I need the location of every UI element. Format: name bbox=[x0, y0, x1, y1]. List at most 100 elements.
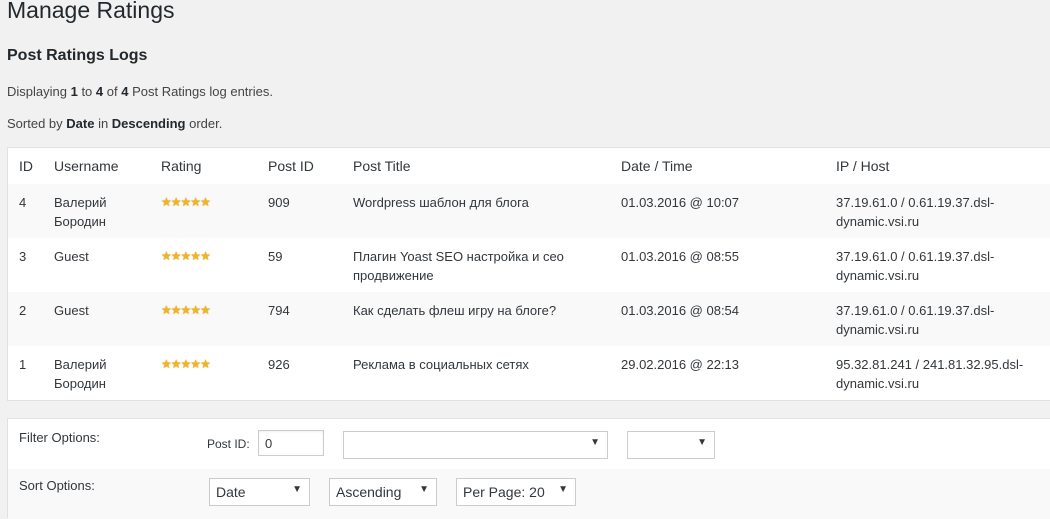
sort-options-row: Sort Options: Date ▼ Ascending ▼ Per Page:… bbox=[8, 469, 1050, 519]
star-icon: ★ bbox=[161, 249, 172, 263]
cell-ip-host: 37.19.61.0 / 0.61.19.37.dsl-dynamic.vsi.… bbox=[836, 193, 994, 231]
cell-post-id: 909 bbox=[268, 193, 290, 212]
chevron-down-icon: ▼ bbox=[292, 484, 302, 495]
ratings-log-table: ID Username Rating Post ID Post Title Da… bbox=[7, 147, 1050, 401]
cell-username-line: Guest bbox=[54, 249, 89, 264]
star-icon: ★ bbox=[170, 357, 182, 371]
table-row: 3 Guest 59 Плагин Yoast SEO настройка и сео… bbox=[8, 238, 1050, 292]
star-icon: ★ bbox=[200, 195, 211, 209]
cell-username-line: Валерий bbox=[54, 195, 107, 210]
cell-post-id: 926 bbox=[268, 355, 290, 374]
cell-ip-host-line: dynamic.vsi.ru bbox=[836, 322, 920, 337]
cell-ip-host: 37.19.61.0 / 0.61.19.37.dsl-dynamic.vsi.… bbox=[836, 247, 994, 285]
cell-post-title: Реклама в социальных сетях bbox=[353, 355, 529, 374]
star-icon: ★ bbox=[200, 357, 211, 371]
cell-post-title-line: Как сделать флеш игру на блоге? bbox=[353, 303, 557, 318]
cell-post-id-line: 794 bbox=[268, 303, 290, 318]
cell-id: 4 bbox=[19, 193, 26, 212]
rating-stars: ★ ★ ★ ★ ★ bbox=[161, 357, 211, 371]
cell-ip-host: 37.19.61.0 / 0.61.19.37.dsl-dynamic.vsi.… bbox=[836, 301, 994, 339]
cell-id: 1 bbox=[19, 355, 26, 374]
cell-post-title: Wordpress шаблон для блога bbox=[353, 193, 529, 212]
table-row: 4 Валерий Бородин 909 Wordpress шаблон для б… bbox=[8, 184, 1050, 238]
sort-options-label: Sort Options: bbox=[19, 478, 95, 493]
column-header-username: Username bbox=[54, 158, 119, 174]
cell-post-id-line: 909 bbox=[268, 195, 290, 210]
filter-panel: Filter Options: Post ID: ▼ ▼ Sort Option… bbox=[7, 418, 1050, 519]
post-filter-select[interactable]: ▼ bbox=[343, 431, 608, 459]
cell-post-id-line: 59 bbox=[268, 249, 283, 264]
sort-by-select[interactable]: Date ▼ bbox=[209, 478, 310, 506]
cell-ip-host-line: 37.19.61.0 / 0.61.19.37.dsl- bbox=[836, 195, 995, 210]
rating-stars: ★ ★ ★ ★ ★ bbox=[161, 303, 211, 317]
star-icon: ★ bbox=[190, 357, 201, 371]
star-icon: ★ bbox=[200, 249, 211, 263]
star-icon: ★ bbox=[161, 195, 172, 209]
cell-date-time: 01.03.2016 @ 10:07 bbox=[621, 193, 739, 212]
cell-username-line: Бородин bbox=[54, 376, 106, 391]
star-icon: ★ bbox=[180, 195, 192, 209]
star-icon: ★ bbox=[170, 249, 182, 263]
cell-ip-host-line: dynamic.vsi.ru bbox=[836, 214, 920, 229]
star-icon: ★ bbox=[170, 195, 182, 209]
cell-username: Валерий Бородин bbox=[54, 355, 106, 393]
cell-ip-host-line: dynamic.vsi.ru bbox=[836, 376, 920, 391]
cell-date-time-line: 29.02.2016 @ 22:13 bbox=[621, 357, 740, 372]
column-header-id: ID bbox=[19, 158, 33, 174]
table-header: ID Username Rating Post ID Post Title Da… bbox=[8, 148, 1050, 185]
cell-username: Guest bbox=[54, 301, 89, 320]
cell-username: Guest bbox=[54, 247, 89, 266]
star-icon: ★ bbox=[200, 303, 211, 317]
column-header-ip-host: IP / Host bbox=[836, 158, 890, 174]
column-header-post-id: Post ID bbox=[268, 158, 314, 174]
cell-ip-host-line: 37.19.61.0 / 0.61.19.37.dsl- bbox=[836, 249, 995, 264]
cell-id: 3 bbox=[19, 247, 26, 266]
chevron-down-icon: ▼ bbox=[558, 484, 568, 495]
rating-stars: ★ ★ ★ ★ ★ bbox=[161, 195, 211, 209]
cell-ip-host-line: 95.32.81.241 / 241.81.32.95.dsl- bbox=[836, 357, 1024, 372]
star-icon: ★ bbox=[180, 303, 192, 317]
cell-id: 2 bbox=[19, 301, 26, 320]
star-icon: ★ bbox=[190, 249, 201, 263]
sort-summary: Sorted by Date in Descending order. bbox=[7, 116, 223, 131]
cell-id-line: 3 bbox=[19, 249, 27, 264]
cell-post-title-line: Реклама в социальных сетях bbox=[353, 357, 529, 372]
cell-post-title: Плагин Yoast SEO настройка и сео продвиже… bbox=[353, 247, 564, 285]
display-summary: Displaying 1 to 4 of 4 Post Ratings log … bbox=[7, 84, 273, 99]
cell-post-title: Как сделать флеш игру на блоге? bbox=[353, 301, 556, 320]
cell-ip-host: 95.32.81.241 / 241.81.32.95.dsl-dynamic.… bbox=[836, 355, 1023, 393]
cell-id-line: 1 bbox=[19, 357, 27, 372]
column-header-date-time: Date / Time bbox=[621, 158, 693, 174]
cell-date-time: 01.03.2016 @ 08:54 bbox=[621, 301, 739, 320]
cell-post-id: 794 bbox=[268, 301, 290, 320]
cell-username: Валерий Бородин bbox=[54, 193, 106, 231]
cell-username-line: Guest bbox=[54, 303, 89, 318]
table-row: 2 Guest 794 Как сделать флеш игру на блоге?… bbox=[8, 292, 1050, 346]
cell-date-time: 29.02.2016 @ 22:13 bbox=[621, 355, 739, 374]
cell-post-title-line: продвижение bbox=[353, 268, 434, 283]
cell-ip-host-line: dynamic.vsi.ru bbox=[836, 268, 920, 283]
post-id-label: Post ID: bbox=[207, 437, 250, 451]
cell-date-time-line: 01.03.2016 @ 08:54 bbox=[621, 303, 740, 318]
star-icon: ★ bbox=[170, 303, 182, 317]
sort-order-select[interactable]: Ascending ▼ bbox=[329, 478, 437, 506]
star-icon: ★ bbox=[161, 303, 172, 317]
column-header-post-title: Post Title bbox=[353, 158, 411, 174]
cell-id-line: 4 bbox=[19, 195, 27, 210]
cell-post-title-line: Wordpress шаблон для блога bbox=[353, 195, 529, 210]
cell-ip-host-line: 37.19.61.0 / 0.61.19.37.dsl- bbox=[836, 303, 995, 318]
cell-post-id-line: 926 bbox=[268, 357, 290, 372]
post-id-input[interactable] bbox=[258, 430, 324, 456]
cell-date-time-line: 01.03.2016 @ 08:55 bbox=[621, 249, 740, 264]
secondary-filter-select[interactable]: ▼ bbox=[627, 431, 715, 459]
cell-username-line: Бородин bbox=[54, 214, 106, 229]
table-row: 1 Валерий Бородин 926 Реклама в социальных с… bbox=[8, 346, 1050, 400]
per-page-select[interactable]: Per Page: 20 ▼ bbox=[456, 478, 576, 506]
chevron-down-icon: ▼ bbox=[697, 437, 707, 448]
star-icon: ★ bbox=[180, 249, 192, 263]
page-title: Manage Ratings bbox=[7, 0, 175, 23]
filter-options-label: Filter Options: bbox=[19, 430, 100, 445]
chevron-down-icon: ▼ bbox=[419, 484, 429, 495]
column-header-rating: Rating bbox=[161, 158, 202, 174]
cell-id-line: 2 bbox=[19, 303, 27, 318]
